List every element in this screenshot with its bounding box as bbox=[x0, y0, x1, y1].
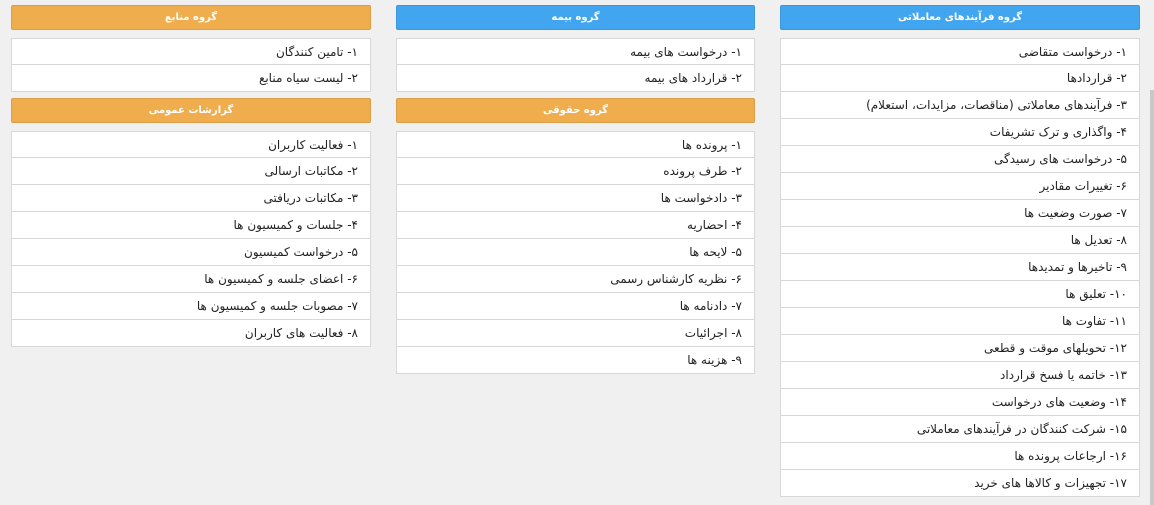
transactions-item-13[interactable]: ۱۳- خاتمه یا فسخ قرارداد bbox=[780, 362, 1140, 389]
reports-item-4[interactable]: ۴- جلسات و کمیسیون ها bbox=[11, 212, 371, 239]
reports-item-2[interactable]: ۲- مکاتبات ارسالی bbox=[11, 158, 371, 185]
resources-item-1[interactable]: ۱- تامین کنندگان bbox=[11, 38, 371, 65]
reports-group-header: گزارشات عمومی bbox=[11, 98, 371, 123]
transactions-item-6[interactable]: ۶- تغییرات مقادیر bbox=[780, 173, 1140, 200]
transactions-item-16[interactable]: ۱۶- ارجاعات پرونده ها bbox=[780, 443, 1140, 470]
legal-item-7[interactable]: ۷- دادنامه ها bbox=[396, 293, 755, 320]
legal-item-2[interactable]: ۲- طرف پرونده bbox=[396, 158, 755, 185]
legal-item-4[interactable]: ۴- احضاریه bbox=[396, 212, 755, 239]
transactions-item-10[interactable]: ۱۰- تعلیق ها bbox=[780, 281, 1140, 308]
legal-item-3[interactable]: ۳- دادخواست ها bbox=[396, 185, 755, 212]
resources-list: ۱- تامین کنندگان ۲- لیست سیاه منابع bbox=[11, 38, 371, 92]
insurance-group-header: گروه بیمه bbox=[396, 5, 755, 30]
legal-item-8[interactable]: ۸- اجرائیات bbox=[396, 320, 755, 347]
reports-item-1[interactable]: ۱- فعالیت کاربران bbox=[11, 131, 371, 158]
page-scrollbar[interactable] bbox=[1150, 90, 1154, 505]
legal-group-header: گروه حقوقی bbox=[396, 98, 755, 123]
transactions-item-4[interactable]: ۴- واگذاری و ترک تشریفات bbox=[780, 119, 1140, 146]
legal-list: ۱- پرونده ها ۲- طرف پرونده ۳- دادخواست ه… bbox=[396, 131, 755, 374]
insurance-list: ۱- درخواست های بیمه ۲- قرارداد های بیمه bbox=[396, 38, 755, 92]
transactions-item-17[interactable]: ۱۷- تجهیزات و کالاها های خرید bbox=[780, 470, 1140, 497]
reports-item-5[interactable]: ۵- درخواست کمیسیون bbox=[11, 239, 371, 266]
transactions-item-5[interactable]: ۵- درخواست های رسیدگی bbox=[780, 146, 1140, 173]
transactions-item-3[interactable]: ۳- فرآیندهای معاملاتی (مناقصات، مزایدات،… bbox=[780, 92, 1140, 119]
transactions-item-11[interactable]: ۱۱- تفاوت ها bbox=[780, 308, 1140, 335]
reports-item-7[interactable]: ۷- مصوبات جلسه و کمیسیون ها bbox=[11, 293, 371, 320]
legal-item-1[interactable]: ۱- پرونده ها bbox=[396, 131, 755, 158]
transactions-item-2[interactable]: ۲- قراردادها bbox=[780, 65, 1140, 92]
transactions-item-7[interactable]: ۷- صورت وضعیت ها bbox=[780, 200, 1140, 227]
transactions-list: ۱- درخواست متقاضی ۲- قراردادها ۳- فرآیند… bbox=[780, 38, 1140, 497]
transactions-item-8[interactable]: ۸- تعدیل ها bbox=[780, 227, 1140, 254]
legal-item-6[interactable]: ۶- نظریه کارشناس رسمی bbox=[396, 266, 755, 293]
transactions-group-header: گروه فرآیندهای معاملاتی bbox=[780, 5, 1140, 30]
left-column: گروه منابع ۱- تامین کنندگان ۲- لیست سیاه… bbox=[11, 5, 371, 353]
reports-list: ۱- فعالیت کاربران ۲- مکاتبات ارسالی ۳- م… bbox=[11, 131, 371, 347]
resources-group-header: گروه منابع bbox=[11, 5, 371, 30]
insurance-item-1[interactable]: ۱- درخواست های بیمه bbox=[396, 38, 755, 65]
reports-item-3[interactable]: ۳- مکاتبات دریافتی bbox=[11, 185, 371, 212]
reports-item-8[interactable]: ۸- فعالیت های کاربران bbox=[11, 320, 371, 347]
transactions-item-1[interactable]: ۱- درخواست متقاضی bbox=[780, 38, 1140, 65]
transactions-group: گروه فرآیندهای معاملاتی ۱- درخواست متقاض… bbox=[780, 5, 1140, 503]
reports-item-6[interactable]: ۶- اعضای جلسه و کمیسیون ها bbox=[11, 266, 371, 293]
legal-item-9[interactable]: ۹- هزینه ها bbox=[396, 347, 755, 374]
resources-item-2[interactable]: ۲- لیست سیاه منابع bbox=[11, 65, 371, 92]
legal-item-5[interactable]: ۵- لایحه ها bbox=[396, 239, 755, 266]
transactions-item-9[interactable]: ۹- تاخیرها و تمدیدها bbox=[780, 254, 1140, 281]
transactions-item-14[interactable]: ۱۴- وضعیت های درخواست bbox=[780, 389, 1140, 416]
transactions-item-15[interactable]: ۱۵- شرکت کنندگان در فرآیندهای معاملاتی bbox=[780, 416, 1140, 443]
transactions-item-12[interactable]: ۱۲- تحویلهای موقت و قطعی bbox=[780, 335, 1140, 362]
middle-column: گروه بیمه ۱- درخواست های بیمه ۲- قرارداد… bbox=[396, 5, 755, 380]
insurance-item-2[interactable]: ۲- قرارداد های بیمه bbox=[396, 65, 755, 92]
